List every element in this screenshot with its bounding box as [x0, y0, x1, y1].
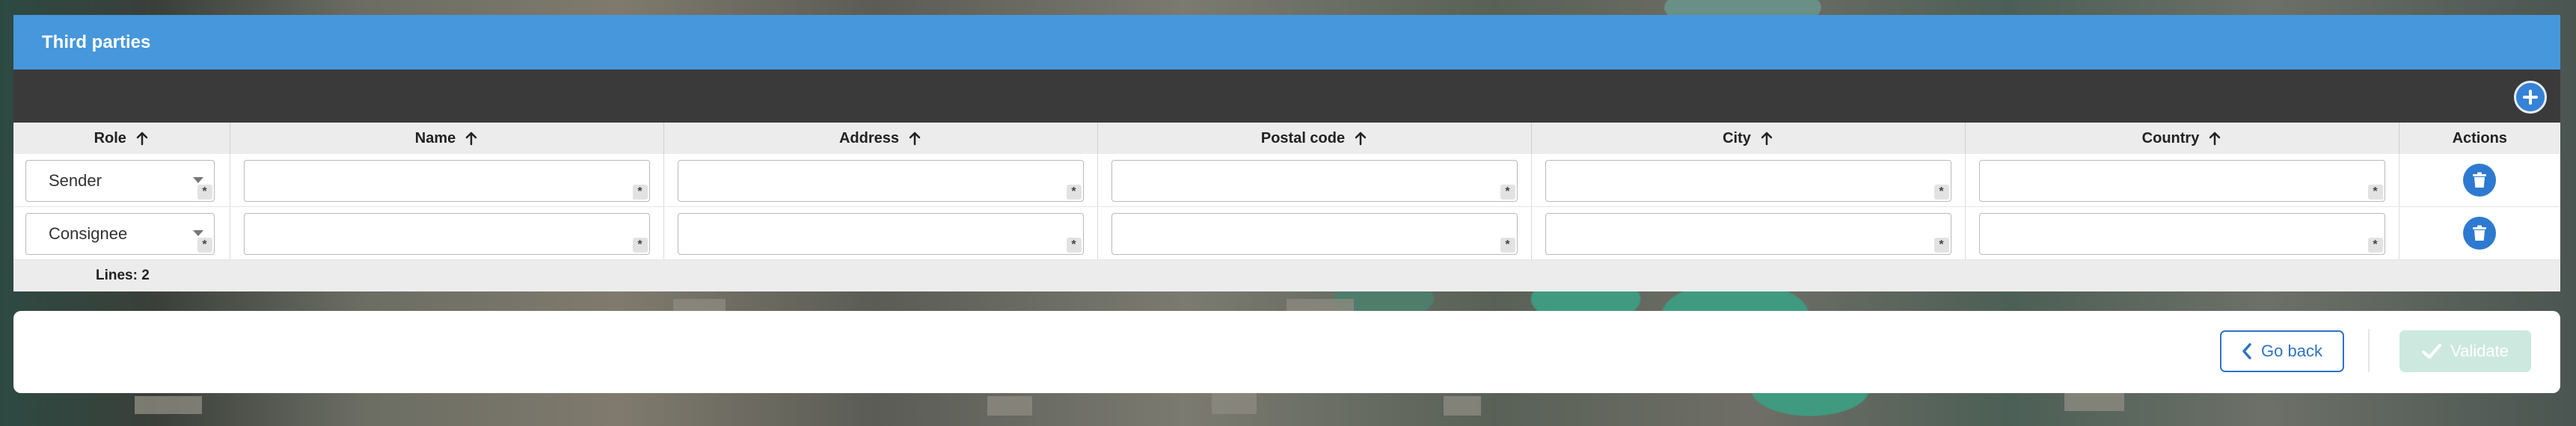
plus-icon — [2523, 90, 2538, 105]
action-bar: Go back Validate — [13, 311, 2560, 393]
caret-down-icon — [192, 177, 203, 183]
divider — [2368, 329, 2370, 372]
name-input[interactable] — [244, 214, 649, 254]
required-marker: * — [197, 185, 212, 200]
postal-code-input[interactable] — [1111, 161, 1517, 201]
required-marker: * — [2367, 185, 2383, 200]
postal-code-input-wrap: * — [1111, 160, 1518, 202]
city-input[interactable] — [1545, 214, 1951, 254]
delete-row-button[interactable] — [2463, 217, 2497, 250]
third-parties-table: Role Name Address Postal code City Count… — [13, 123, 2560, 260]
third-parties-panel: Third parties Role Name Address Postal c… — [13, 15, 2560, 293]
city-input-wrap: * — [1545, 213, 1951, 255]
column-header-city[interactable]: City — [1531, 123, 1966, 154]
table-toolbar — [13, 70, 2560, 123]
required-marker: * — [2367, 238, 2383, 253]
role-select[interactable]: Sender * — [25, 160, 215, 202]
actions-cell — [2399, 206, 2560, 260]
role-select[interactable]: Consignee * — [25, 213, 215, 255]
sort-arrow-icon — [1355, 132, 1367, 146]
required-marker: * — [632, 238, 648, 253]
address-cell: * — [663, 154, 1098, 207]
check-icon — [2422, 344, 2442, 359]
name-cell: * — [230, 154, 664, 207]
country-input-wrap: * — [1978, 213, 2385, 255]
role-cell: Sender * — [13, 154, 230, 207]
city-input[interactable] — [1545, 161, 1951, 201]
city-input-wrap: * — [1545, 160, 1951, 202]
table-header-row: Role Name Address Postal code City Count… — [13, 123, 2560, 154]
chevron-left-icon — [2242, 343, 2251, 359]
go-back-label: Go back — [2261, 342, 2322, 360]
role-select-value: Consignee — [49, 224, 128, 243]
name-cell: * — [230, 206, 664, 260]
trash-icon — [2473, 172, 2487, 188]
column-header-country[interactable]: Country — [1965, 123, 2399, 154]
role-cell: Consignee * — [13, 206, 230, 260]
column-header-address[interactable]: Address — [663, 123, 1098, 154]
role-select-value: Sender — [49, 171, 102, 190]
table-footer: Lines: 2 — [13, 260, 2560, 291]
city-cell: * — [1531, 206, 1966, 260]
country-cell: * — [1965, 154, 2399, 207]
country-input[interactable] — [1979, 214, 2385, 254]
sort-arrow-icon — [465, 132, 477, 146]
required-marker: * — [1066, 185, 1082, 200]
required-marker: * — [1500, 185, 1515, 200]
postal-code-input-wrap: * — [1111, 213, 1518, 255]
column-header-role[interactable]: Role — [13, 123, 230, 154]
required-marker: * — [197, 238, 212, 253]
country-input[interactable] — [1979, 161, 2385, 201]
panel-header: Third parties — [13, 15, 2560, 70]
address-input[interactable] — [678, 161, 1083, 201]
actions-cell — [2399, 154, 2560, 207]
column-header-actions: Actions — [2399, 123, 2560, 154]
sort-arrow-icon — [2209, 132, 2221, 146]
country-cell: * — [1965, 206, 2399, 260]
name-input-wrap: * — [243, 160, 650, 202]
required-marker: * — [1933, 238, 1949, 253]
validate-label: Validate — [2450, 342, 2509, 360]
sort-arrow-icon — [909, 132, 921, 146]
table-row: Sender * * * * * * — [13, 154, 2560, 207]
sort-arrow-icon — [1761, 132, 1773, 146]
postal-code-cell: * — [1097, 154, 1532, 207]
column-header-name[interactable]: Name — [230, 123, 664, 154]
name-input-wrap: * — [243, 213, 650, 255]
postal-code-input[interactable] — [1111, 214, 1517, 254]
validate-button[interactable]: Validate — [2399, 330, 2531, 372]
caret-down-icon — [192, 230, 203, 236]
lines-count: Lines: 2 — [96, 268, 150, 283]
delete-row-button[interactable] — [2463, 164, 2497, 197]
required-marker: * — [1066, 238, 1082, 253]
name-input[interactable] — [244, 161, 649, 201]
panel-title: Third parties — [42, 31, 151, 52]
add-row-button[interactable] — [2514, 81, 2547, 114]
column-header-postal-code[interactable]: Postal code — [1097, 123, 1532, 154]
table-row: Consignee * * * * * * — [13, 206, 2560, 260]
address-input[interactable] — [678, 214, 1083, 254]
required-marker: * — [632, 185, 648, 200]
country-input-wrap: * — [1978, 160, 2385, 202]
required-marker: * — [1933, 185, 1949, 200]
address-input-wrap: * — [677, 160, 1084, 202]
address-cell: * — [663, 206, 1098, 260]
sort-arrow-icon — [136, 132, 148, 146]
postal-code-cell: * — [1097, 206, 1532, 260]
trash-icon — [2473, 225, 2487, 241]
required-marker: * — [1500, 238, 1515, 253]
city-cell: * — [1531, 154, 1966, 207]
address-input-wrap: * — [677, 213, 1084, 255]
go-back-button[interactable]: Go back — [2220, 330, 2344, 372]
